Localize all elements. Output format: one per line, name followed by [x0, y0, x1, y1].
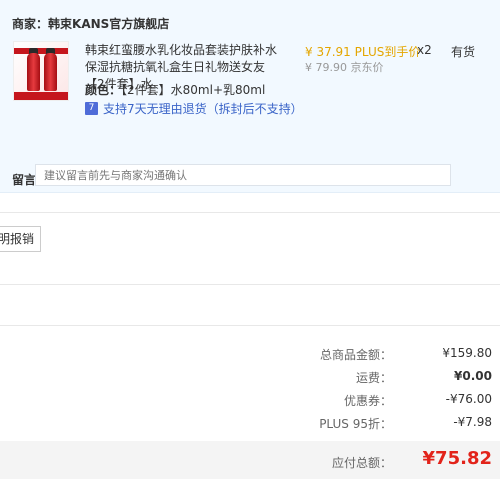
- summary-label: 总商品金额：: [319, 348, 392, 362]
- invoice-button[interactable]: 明报销: [0, 226, 41, 252]
- divider: [0, 284, 500, 285]
- merchant-label: 商家：: [12, 17, 49, 31]
- total-bar: 应付总额： ¥75.82: [0, 441, 500, 479]
- divider: [0, 212, 500, 213]
- product-image-footer: [14, 92, 68, 100]
- attr-label: 颜色：: [85, 83, 122, 97]
- jd-price: ¥ 79.90 京东价: [305, 61, 384, 74]
- summary-row-shipping: 运费： ¥0.00: [0, 369, 500, 389]
- summary-value: ¥159.80: [442, 346, 492, 360]
- summary-row-goods: 总商品金额： ¥159.80: [0, 346, 500, 366]
- merchant-name[interactable]: 商家：韩束KANS官方旗舰店: [12, 15, 169, 32]
- stock-status: 有货: [451, 45, 476, 59]
- summary-label: 优惠券：: [343, 394, 392, 408]
- quantity: x2: [417, 43, 432, 57]
- note-input[interactable]: [35, 164, 451, 186]
- return-service[interactable]: 7 支持7天无理由退货（拆封后不支持）: [85, 100, 303, 117]
- summary-value: -¥7.98: [453, 415, 492, 429]
- bottle-1: [27, 53, 40, 91]
- return-service-icon: 7: [85, 102, 98, 115]
- summary-label: 运费：: [355, 371, 392, 385]
- return-service-text: 支持7天无理由退货（拆封后不支持）: [103, 102, 303, 116]
- product-image[interactable]: [13, 41, 69, 101]
- merchant-store-link[interactable]: 韩束KANS官方旗舰店: [48, 17, 169, 31]
- summary-row-coupon: 优惠券： -¥76.00: [0, 392, 500, 412]
- attr-value: 【2件套】水80ml+乳80ml: [121, 83, 266, 97]
- summary-value: ¥0.00: [454, 369, 492, 383]
- product-attribute: 颜色：【2件套】水80ml+乳80ml: [85, 81, 265, 98]
- bottle-2: [44, 53, 57, 91]
- summary-row-plus-discount: PLUS 95折： -¥7.98: [0, 415, 500, 435]
- divider: [0, 325, 500, 326]
- product-image-band: [14, 48, 68, 54]
- plus-price: ¥ 37.91 PLUS到手价: [305, 45, 421, 59]
- total-label: 应付总额：: [331, 456, 392, 470]
- order-item-panel: 商家：韩束KANS官方旗舰店 韩束红蛮腰水乳化妆品套装护肤补水保湿抗糖抗氧礼盒生…: [0, 0, 500, 193]
- summary-label: PLUS 95折：: [319, 417, 392, 431]
- summary-value: -¥76.00: [445, 392, 492, 406]
- total-amount: ¥75.82: [422, 448, 492, 469]
